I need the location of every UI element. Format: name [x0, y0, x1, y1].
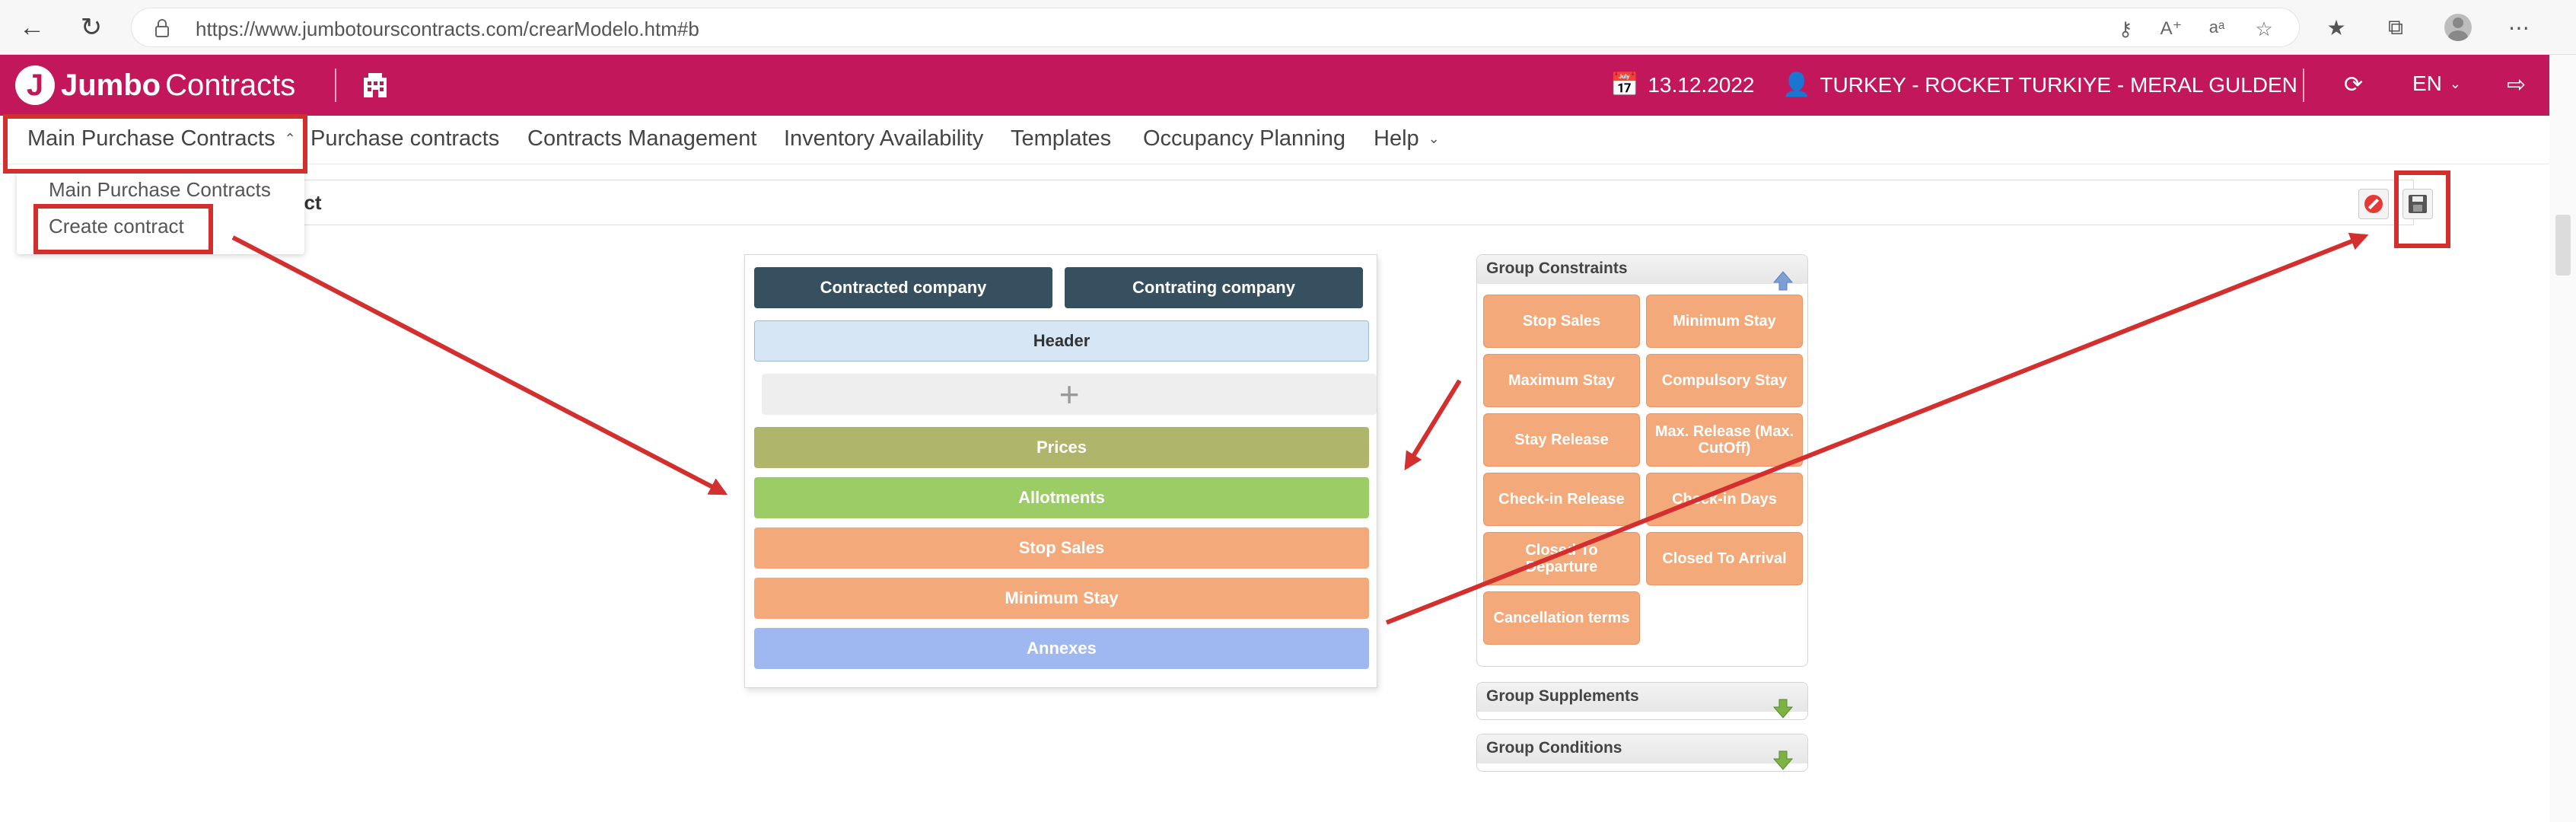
cancel-button[interactable] [2358, 189, 2389, 219]
constraint-cancellation-terms[interactable]: Cancellation terms [1483, 591, 1640, 645]
app-header: J Jumbo Contracts 📅 13.12.2022 👤 TURKEY … [0, 55, 2549, 116]
expand-down-arrow-icon[interactable] [1772, 698, 1794, 719]
history-button[interactable]: ⟳ [2344, 72, 2372, 98]
constraint-closed-to-arrival[interactable]: Closed To Arrival [1646, 532, 1803, 585]
logout-icon: ⇨ [2507, 72, 2527, 97]
back-arrow-icon[interactable]: ← [17, 12, 47, 43]
collections-icon[interactable]: ⧉ [2380, 12, 2411, 43]
chevron-down-icon: ⌄ [2449, 75, 2461, 91]
save-disk-icon [2409, 195, 2427, 213]
constraint-check-in-release[interactable]: Check-in Release [1483, 473, 1640, 526]
allotments-section[interactable]: Allotments [754, 477, 1369, 518]
header-divider [335, 68, 336, 102]
header-section-button[interactable]: Header [754, 320, 1369, 362]
language-selector[interactable]: EN ⌄ [2412, 72, 2461, 96]
dropdown-item-create-contract[interactable]: Create contract [49, 215, 184, 238]
contrating-company-button[interactable]: Contrating company [1065, 267, 1363, 308]
page-toolbar: act [17, 180, 2433, 225]
address-bar[interactable]: https://www.jumbotourscontracts.com/crea… [131, 8, 2300, 47]
read-aloud-icon[interactable]: A⁺ [2159, 18, 2183, 40]
constraint-compulsory-stay[interactable]: Compulsory Stay [1646, 354, 1803, 407]
lock-icon [155, 19, 169, 37]
arrow-create-to-model [231, 235, 728, 495]
menu-main-purchase-contracts[interactable]: Main Purchase Contracts ⌃ [27, 126, 296, 151]
constraint-max-release[interactable]: Max. Release (Max. CutOff) [1646, 413, 1803, 467]
chevron-down-icon: ⌄ [1428, 131, 1440, 146]
logo-contracts-text: Contracts [165, 68, 296, 102]
constraint-stop-sales[interactable]: Stop Sales [1483, 295, 1640, 348]
menu-inventory-availability[interactable]: Inventory Availability [784, 126, 983, 151]
user-text: TURKEY - ROCKET TURKIYE - MERAL GULDEN [1820, 72, 2297, 97]
constraint-maximum-stay[interactable]: Maximum Stay [1483, 354, 1640, 407]
jumbo-contracts-logo[interactable]: J Jumbo Contracts [15, 65, 295, 105]
menu-help[interactable]: Help ⌄ [1374, 126, 1440, 151]
arrow-constraints-to-model [1404, 379, 1462, 471]
dropdown-item-main-purchase-contracts[interactable]: Main Purchase Contracts [49, 178, 271, 202]
user-icon: 👤 [1782, 72, 1811, 97]
save-button[interactable] [2402, 189, 2433, 219]
menu-contracts-management[interactable]: Contracts Management [527, 126, 756, 151]
stop-sales-section[interactable]: Stop Sales [754, 527, 1369, 569]
profile-avatar-icon[interactable] [2443, 12, 2473, 43]
menu-purchase-contracts[interactable]: Purchase contracts [310, 126, 499, 151]
favorites-list-icon[interactable]: ★ [2321, 12, 2352, 43]
contract-model-panel: Contracted company Contrating company He… [744, 254, 1377, 688]
more-menu-icon[interactable]: ⋯ [2504, 12, 2534, 43]
history-icon: ⟳ [2344, 72, 2364, 97]
constraint-check-in-days[interactable]: Check-in Days [1646, 473, 1803, 526]
menu-occupancy-planning[interactable]: Occupancy Planning [1143, 126, 1345, 151]
prices-section[interactable]: Prices [754, 427, 1369, 468]
calendar-icon: 📅 [1610, 72, 1639, 97]
group-constraints-title: Group Constraints [1486, 260, 1628, 277]
group-conditions-title: Group Conditions [1486, 739, 1622, 757]
cancel-icon [2364, 195, 2383, 213]
contracted-company-button[interactable]: Contracted company [754, 267, 1052, 308]
refresh-icon[interactable]: ↻ [76, 12, 107, 43]
translate-icon[interactable]: aᵃ [2205, 18, 2229, 40]
user-display[interactable]: 👤 TURKEY - ROCKET TURKIYE - MERAL GULDEN [1782, 72, 2297, 98]
constraint-minimum-stay[interactable]: Minimum Stay [1646, 295, 1803, 348]
header-divider-right [2303, 68, 2304, 102]
browser-toolbar: ← ↻ https://www.jumbotourscontracts.com/… [0, 0, 2576, 55]
language-text: EN [2412, 72, 2442, 95]
menu-templates[interactable]: Templates [1011, 126, 1111, 151]
constraint-closed-to-departure[interactable]: Closed To Departure [1483, 532, 1640, 585]
key-icon[interactable]: ⚷ [2113, 18, 2138, 40]
group-supplements-panel: Group Supplements [1476, 682, 1808, 720]
annexes-section[interactable]: Annexes [754, 628, 1369, 669]
logo-mark-icon: J [15, 65, 55, 105]
date-text: 13.12.2022 [1648, 72, 1755, 97]
expand-down-arrow-icon[interactable] [1772, 750, 1794, 771]
main-menu-bar: Main Purchase Contracts ⌃ Purchase contr… [0, 116, 2549, 164]
constraint-stay-release[interactable]: Stay Release [1483, 413, 1640, 467]
group-constraints-panel: Group Constraints Stop Sales Minimum Sta… [1476, 254, 1808, 667]
group-conditions-panel: Group Conditions [1476, 734, 1808, 772]
collapse-up-arrow-icon[interactable] [1772, 270, 1794, 292]
group-supplements-title: Group Supplements [1486, 687, 1639, 705]
main-purchase-dropdown: Main Purchase Contracts Create contract [17, 170, 304, 254]
chevron-up-icon: ⌃ [284, 131, 296, 146]
url-text: https://www.jumbotourscontracts.com/crea… [196, 18, 699, 40]
date-display: 📅 13.12.2022 [1610, 72, 1755, 98]
hotel-building-icon[interactable] [361, 72, 390, 99]
page-scrollbar[interactable] [2549, 55, 2576, 822]
logout-button[interactable]: ⇨ [2507, 72, 2535, 98]
add-section-button[interactable]: + [762, 374, 1377, 415]
logo-jumbo-text: Jumbo [61, 68, 161, 102]
minimum-stay-section[interactable]: Minimum Stay [754, 578, 1369, 619]
favorite-star-icon[interactable]: ☆ [2252, 18, 2276, 40]
